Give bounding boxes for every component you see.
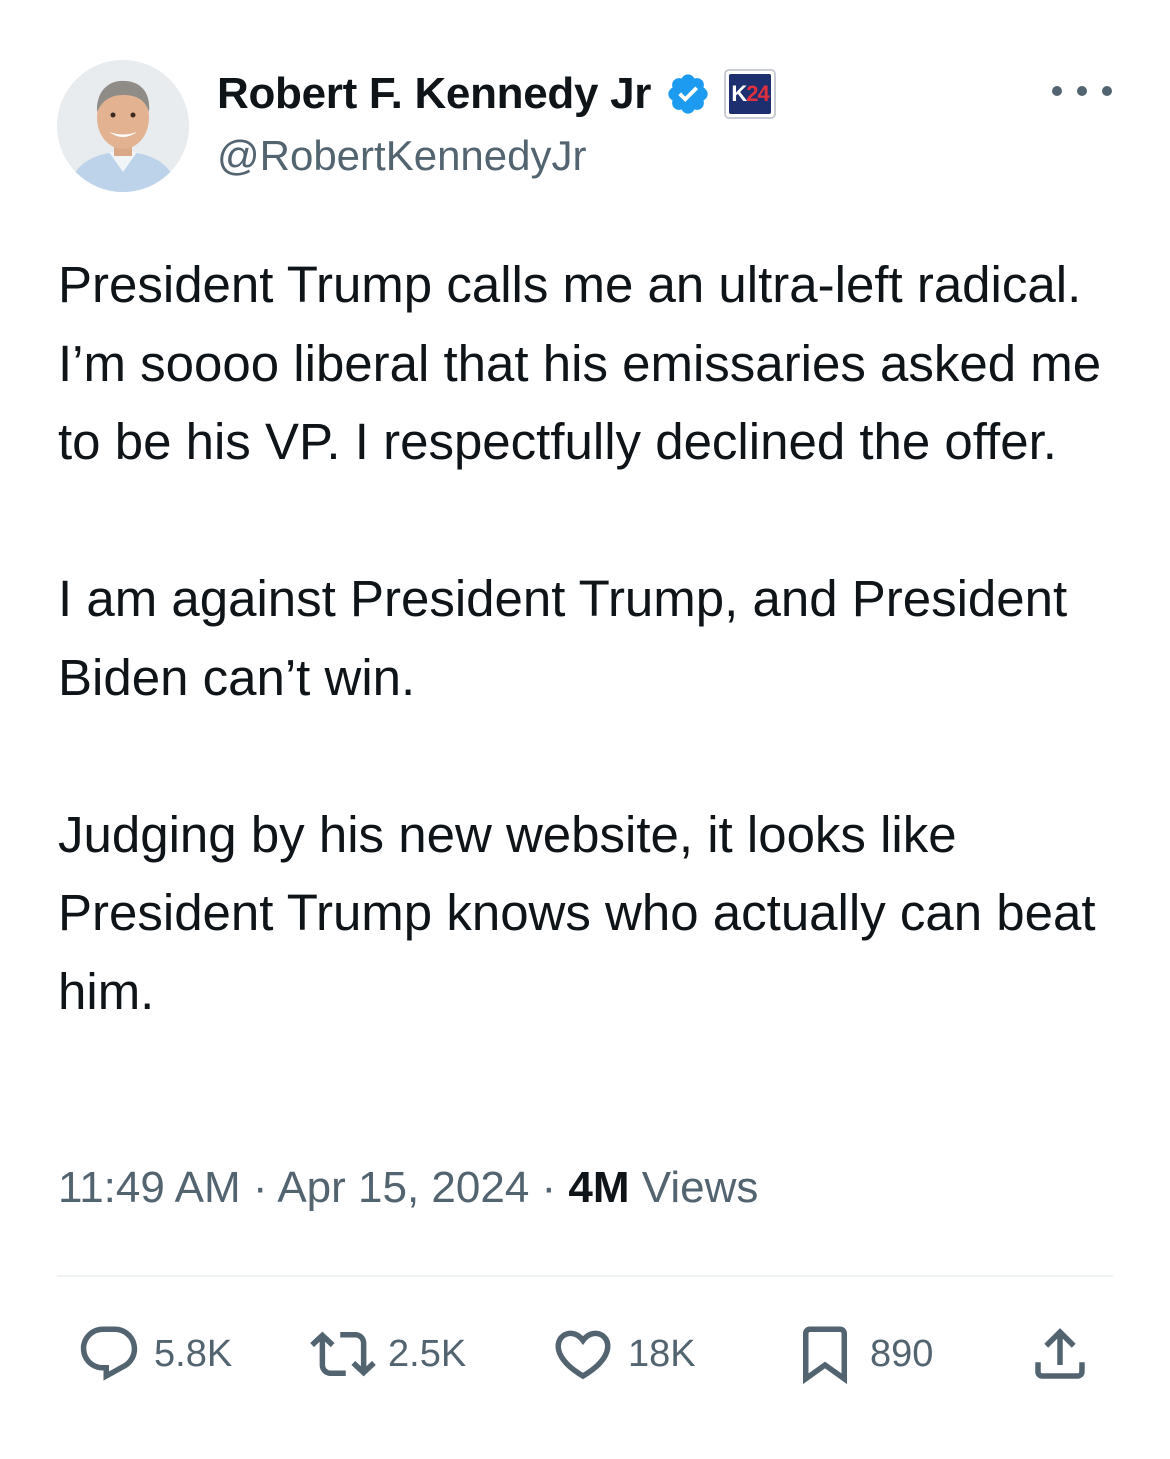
heart-icon [555, 1330, 611, 1380]
author-handle[interactable]: @RobertKennedyJr [217, 132, 587, 180]
views-count[interactable]: 4M [568, 1163, 629, 1212]
reply-count: 5.8K [154, 1332, 233, 1375]
more-dot [1052, 86, 1062, 96]
repost-count: 2.5K [388, 1332, 467, 1375]
bookmark-icon [803, 1326, 847, 1385]
more-options-icon[interactable] [1052, 78, 1112, 104]
share-button[interactable] [1027, 1321, 1093, 1387]
k24-logo: K 24 [729, 74, 772, 114]
tweet-paragraph: I am against President Trump, and Presid… [58, 570, 1068, 706]
tweet-meta: 11:49 AM · Apr 15, 2024 · 4M Views [58, 1157, 758, 1219]
repost-icon [310, 1331, 376, 1377]
more-dot [1102, 86, 1112, 96]
author-display-name[interactable]: Robert F. Kennedy Jr [217, 69, 651, 119]
bookmark-count: 890 [870, 1332, 934, 1375]
reply-button[interactable]: 5.8K [76, 1321, 232, 1387]
tweet-date[interactable]: Apr 15, 2024 [277, 1163, 529, 1212]
reply-icon [80, 1326, 138, 1381]
views-label[interactable]: Views [642, 1163, 759, 1212]
more-dot [1077, 86, 1087, 96]
divider [57, 1275, 1113, 1277]
like-count: 18K [628, 1332, 696, 1375]
meta-separator: · [541, 1163, 557, 1212]
avatar[interactable] [57, 60, 189, 192]
verified-badge-icon[interactable] [665, 71, 711, 117]
meta-separator: · [252, 1163, 268, 1212]
share-icon [1035, 1328, 1085, 1379]
tweet-time[interactable]: 11:49 AM [58, 1163, 241, 1212]
k24-logo-letter: K [731, 81, 747, 106]
tweet-paragraph: President Trump calls me an ultra-left r… [58, 256, 1102, 470]
k24-affiliate-badge[interactable]: K 24 [724, 69, 777, 119]
repost-button[interactable]: 2.5K [310, 1321, 466, 1387]
author-name-row: Robert F. Kennedy Jr K 24 [217, 66, 777, 122]
profile-photo-icon [57, 60, 189, 192]
k24-logo-number: 24 [746, 81, 770, 106]
like-button[interactable]: 18K [550, 1321, 696, 1387]
tweet-text: President Trump calls me an ultra-left r… [58, 246, 1138, 1031]
bookmark-button[interactable]: 890 [792, 1321, 933, 1387]
tweet-paragraph: Judging by his new website, it looks lik… [58, 805, 1096, 1020]
